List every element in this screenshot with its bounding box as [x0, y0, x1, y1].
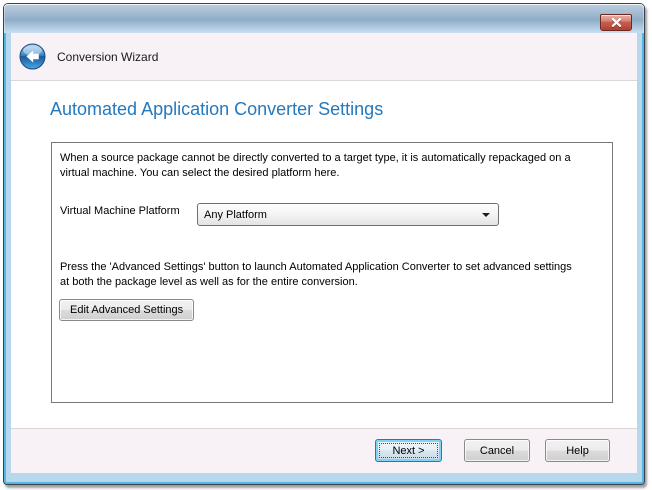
help-button[interactable]: Help	[545, 439, 610, 462]
advanced-text: Press the 'Advanced Settings' button to …	[60, 260, 572, 290]
client-area: Conversion Wizard Automated Application …	[11, 33, 637, 473]
wizard-window: Conversion Wizard Automated Application …	[3, 3, 645, 485]
intro-text-line: When a source package cannot be directly…	[60, 151, 571, 166]
cancel-button[interactable]: Cancel	[464, 439, 530, 462]
next-button[interactable]: Next >	[375, 439, 442, 462]
chevron-down-icon	[482, 213, 490, 217]
platform-label: Virtual Machine Platform	[60, 205, 180, 217]
edit-advanced-settings-button[interactable]: Edit Advanced Settings	[59, 299, 194, 321]
intro-text-line: virtual machine. You can select the desi…	[60, 166, 571, 181]
close-button[interactable]	[600, 14, 632, 31]
platform-dropdown[interactable]: Any Platform	[197, 203, 499, 226]
titlebar[interactable]	[4, 4, 644, 33]
back-arrow-icon	[19, 43, 46, 70]
page-title: Automated Application Converter Settings	[50, 99, 383, 120]
platform-dropdown-value: Any Platform	[204, 209, 267, 221]
advanced-text-line: Press the 'Advanced Settings' button to …	[60, 260, 572, 275]
wizard-title: Conversion Wizard	[57, 50, 158, 64]
wizard-content: Automated Application Converter Settings…	[11, 81, 637, 428]
back-button[interactable]	[19, 43, 46, 70]
advanced-text-line: at both the package level as well as for…	[60, 275, 572, 290]
footer: Next > Cancel Help	[11, 428, 637, 473]
wizard-header: Conversion Wizard	[11, 33, 637, 81]
settings-groupbox: When a source package cannot be directly…	[51, 142, 613, 403]
intro-text: When a source package cannot be directly…	[60, 151, 571, 181]
close-icon	[611, 18, 622, 27]
